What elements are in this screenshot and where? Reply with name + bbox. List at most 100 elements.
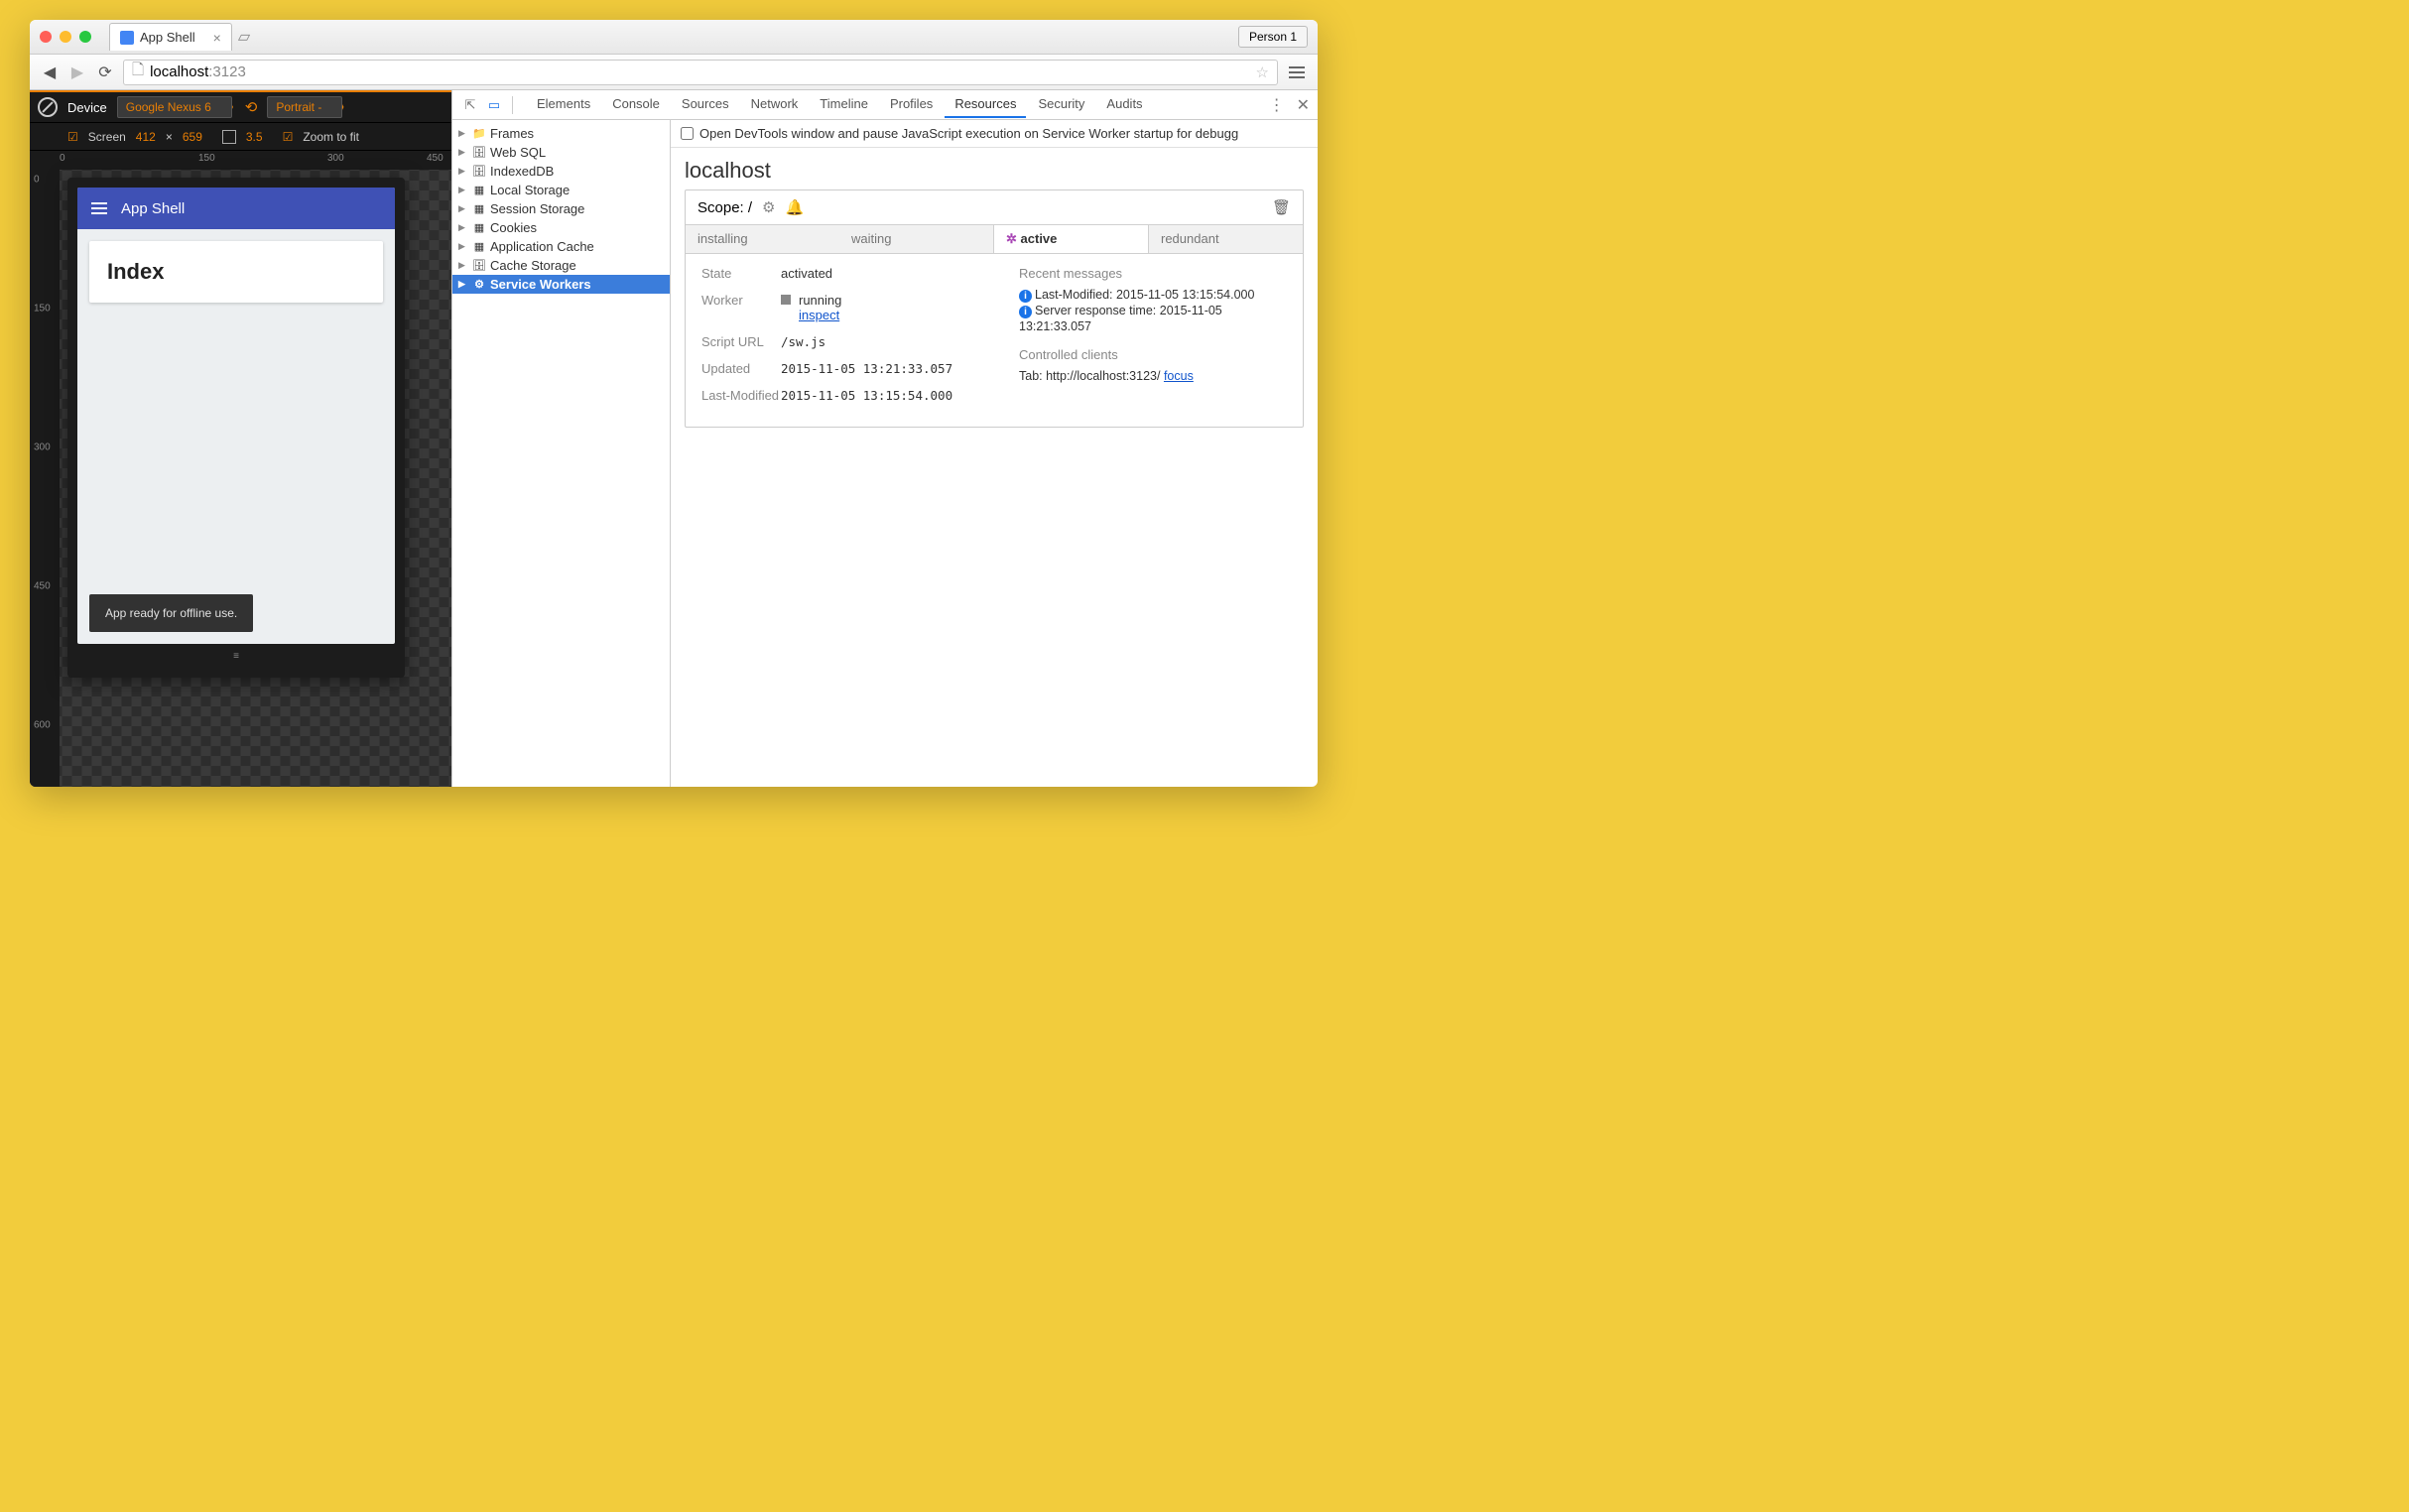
worker-status: running — [799, 293, 841, 308]
forward-button[interactable]: ▶ — [67, 63, 87, 82]
startup-option: Open DevTools window and pause JavaScrip… — [671, 120, 1318, 148]
devtools-tab-elements[interactable]: Elements — [527, 91, 600, 118]
hamburger-icon[interactable] — [91, 202, 107, 214]
message-row: iServer response time: 2015-11-05 13:21:… — [1019, 303, 1287, 333]
rotate-icon[interactable]: ⟲ — [245, 98, 258, 116]
tab-close-button[interactable]: × — [213, 30, 221, 46]
app-header: App Shell — [77, 188, 395, 229]
profile-button[interactable]: Person 1 — [1238, 26, 1308, 48]
stop-icon[interactable] — [781, 295, 791, 305]
close-devtools-icon[interactable]: ✕ — [1297, 95, 1310, 115]
devtools-tab-security[interactable]: Security — [1028, 91, 1094, 118]
bookmark-star-icon[interactable]: ☆ — [1256, 63, 1269, 81]
devtools-tab-timeline[interactable]: Timeline — [810, 91, 878, 118]
url-host: localhost — [150, 63, 208, 80]
script-label: Script URL — [701, 334, 781, 349]
client-text: Tab: http://localhost:3123/ — [1019, 369, 1164, 383]
app-content: Index App ready for offline use. — [77, 229, 395, 644]
more-icon[interactable]: ⋮ — [1269, 95, 1285, 115]
info-icon: i — [1019, 306, 1032, 318]
tree-item-cookies[interactable]: ▶▦Cookies — [452, 218, 670, 237]
clients-header: Controlled clients — [1019, 347, 1287, 362]
devtools-tab-audits[interactable]: Audits — [1096, 91, 1152, 118]
menu-button[interactable] — [1286, 62, 1308, 83]
devtools-header: ⇱ ▭ ElementsConsoleSourcesNetworkTimelin… — [452, 90, 1318, 120]
message-text: Server response time: 2015-11-05 13:21:3… — [1019, 304, 1222, 333]
minimize-window-button[interactable] — [60, 31, 71, 43]
message-text: Last-Modified: 2015-11-05 13:15:54.000 — [1035, 288, 1254, 302]
devtools-tab-profiles[interactable]: Profiles — [880, 91, 943, 118]
tree-item-cache-storage[interactable]: ▶🗄Cache Storage — [452, 256, 670, 275]
screen-width[interactable]: 412 — [136, 130, 156, 144]
tree-item-application-cache[interactable]: ▶▦Application Cache — [452, 237, 670, 256]
focus-link[interactable]: focus — [1164, 369, 1194, 383]
tree-item-local-storage[interactable]: ▶▦Local Storage — [452, 181, 670, 199]
vertical-ruler: 0 150 300 450 600 750 — [30, 170, 60, 787]
titlebar: App Shell × ▱ Person 1 — [30, 20, 1318, 55]
sw-tab-waiting[interactable]: waiting — [839, 225, 993, 253]
device-select[interactable]: Google Nexus 6 — [117, 96, 232, 118]
phone-screen[interactable]: App Shell Index App ready for offline us… — [77, 188, 395, 644]
inspect-link[interactable]: inspect — [799, 308, 839, 322]
traffic-lights — [40, 31, 91, 43]
zoom-checkbox[interactable]: ☑ — [283, 130, 294, 144]
maximize-window-button[interactable] — [79, 31, 91, 43]
scope-bar: Scope: / ⚙ 🔔 🗑 — [686, 190, 1303, 224]
modified-value: 2015-11-05 13:15:54.000 — [781, 388, 999, 403]
messages-header: Recent messages — [1019, 266, 1287, 281]
tree-item-web-sql[interactable]: ▶🗄Web SQL — [452, 143, 670, 162]
tree-item-indexeddb[interactable]: ▶🗄IndexedDB — [452, 162, 670, 181]
devtools-tab-sources[interactable]: Sources — [672, 91, 739, 118]
ruler-tick: 600 — [34, 720, 51, 731]
devtools-actions: ⋮ ✕ — [1269, 95, 1310, 115]
devtools-body: ▶📁Frames▶🗄Web SQL▶🗄IndexedDB▶▦Local Stor… — [452, 120, 1318, 787]
devtools-tabs: ElementsConsoleSourcesNetworkTimelinePro… — [527, 91, 1153, 118]
scope-label: Scope: / — [697, 199, 752, 216]
reload-button[interactable]: ⟳ — [95, 63, 115, 82]
sw-tab-redundant[interactable]: redundant — [1149, 225, 1303, 253]
browser-window: App Shell × ▱ Person 1 ◀ ▶ ⟳ 🗋 localhost… — [30, 20, 1318, 787]
dpr-value[interactable]: 3.5 — [246, 130, 263, 144]
tree-item-service-workers[interactable]: ▶⚙Service Workers — [452, 275, 670, 294]
service-worker-panel: Scope: / ⚙ 🔔 🗑 installingwaiting✲ active… — [685, 189, 1304, 428]
devtools-tab-console[interactable]: Console — [602, 91, 670, 118]
browser-tab[interactable]: App Shell × — [109, 23, 232, 51]
screen-checkbox[interactable]: ☑ — [67, 130, 78, 144]
toolbar: ◀ ▶ ⟳ 🗋 localhost:3123 ☆ — [30, 55, 1318, 90]
orientation-select[interactable]: Portrait - — [267, 96, 342, 118]
gear-icon[interactable]: ⚙ — [762, 198, 775, 216]
devtools-tab-resources[interactable]: Resources — [945, 91, 1026, 118]
url-port: :3123 — [208, 63, 246, 80]
phone-nav-bar: ≡ — [77, 644, 395, 668]
ruler-tick: 450 — [427, 153, 444, 164]
new-tab-button[interactable]: ▱ — [238, 27, 250, 47]
trash-icon[interactable]: 🗑 — [1272, 198, 1291, 216]
phone-frame: App Shell Index App ready for offline us… — [67, 178, 405, 678]
sw-tab-active[interactable]: ✲ active — [993, 225, 1149, 253]
client-row: Tab: http://localhost:3123/ focus — [1019, 368, 1287, 383]
bell-icon[interactable]: 🔔 — [786, 198, 805, 216]
dpr-icon — [222, 130, 236, 144]
inspect-element-icon[interactable]: ⇱ — [460, 95, 480, 115]
device-viewport: 0 150 300 450 600 750 App Shell Index — [30, 170, 451, 787]
address-bar[interactable]: 🗋 localhost:3123 ☆ — [123, 60, 1278, 85]
tree-item-session-storage[interactable]: ▶▦Session Storage — [452, 199, 670, 218]
screen-height[interactable]: 659 — [183, 130, 202, 144]
app-title: App Shell — [121, 200, 185, 217]
modified-label: Last-Modified — [701, 388, 781, 403]
index-card: Index — [89, 241, 383, 303]
back-button[interactable]: ◀ — [40, 63, 60, 82]
sw-tab-installing[interactable]: installing — [686, 225, 839, 253]
device-mode-panel: Device Google Nexus 6▲▼ ⟲ Portrait -▲▼ ☑… — [30, 90, 451, 787]
message-row: iLast-Modified: 2015-11-05 13:15:54.000 — [1019, 287, 1287, 303]
pause-on-startup-checkbox[interactable] — [681, 127, 694, 140]
tree-item-frames[interactable]: ▶📁Frames — [452, 124, 670, 143]
devtools-tab-network[interactable]: Network — [741, 91, 809, 118]
ruler-tick: 0 — [34, 175, 40, 186]
tab-title: App Shell — [140, 30, 195, 45]
disable-icon[interactable] — [38, 97, 58, 117]
ruler-tick: 0 — [60, 153, 65, 164]
device-mode-icon[interactable]: ▭ — [484, 95, 504, 115]
close-window-button[interactable] — [40, 31, 52, 43]
screen-label: Screen — [88, 130, 126, 144]
